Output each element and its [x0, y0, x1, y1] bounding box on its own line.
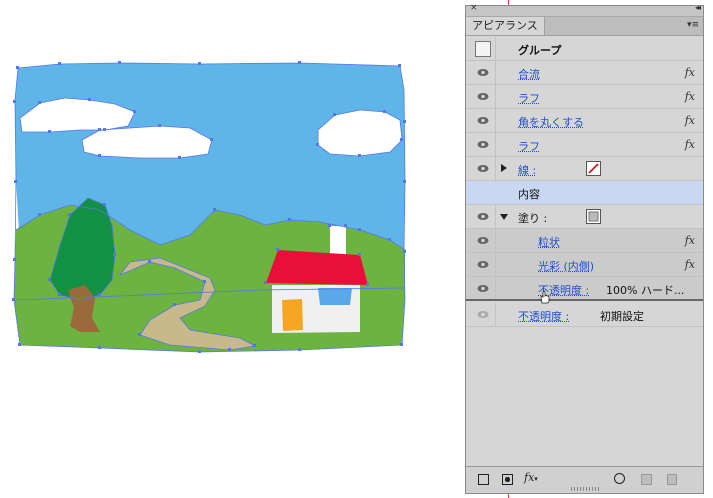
effect-row[interactable]: ラフ fx [466, 85, 703, 109]
disclosure-down-icon[interactable] [500, 214, 508, 220]
disclosure-right-icon[interactable] [501, 164, 507, 172]
eye-icon[interactable] [477, 260, 489, 269]
group-thumbnail-icon [475, 41, 491, 57]
resize-grip[interactable] [571, 487, 599, 491]
opacity-row[interactable]: 不透明度 : 初期設定 [466, 303, 703, 327]
eye-icon[interactable] [477, 116, 489, 125]
eye-icon[interactable] [477, 236, 489, 245]
contents-label: 内容 [518, 188, 540, 201]
fx-icon: fx [684, 66, 695, 79]
hand-cursor-icon [540, 290, 550, 304]
fill-row[interactable]: 塗り : [466, 205, 703, 229]
collapse-icon[interactable]: ◂◂ [695, 3, 701, 12]
new-fill-icon[interactable] [502, 474, 513, 485]
eye-icon[interactable] [477, 140, 489, 149]
fx-icon: fx [684, 90, 695, 103]
panel-bottom-toolbar: fx▾ [466, 466, 703, 493]
house-window [318, 288, 352, 305]
stroke-swatch-icon[interactable] [586, 161, 601, 176]
group-row[interactable]: グループ [466, 37, 703, 61]
panel-menu-icon[interactable]: ▾≡ [687, 20, 699, 30]
fill-effect-label[interactable]: 粒状 [538, 234, 560, 250]
eye-icon[interactable] [477, 284, 489, 293]
fx-icon: fx [684, 114, 695, 127]
eye-icon[interactable] [477, 92, 489, 101]
fill-effect-label[interactable]: 光彩 (内側) [538, 258, 594, 274]
appearance-panel: × ◂◂ アピアランス ▾≡ グループ 合流 fx ラフ fx 角を丸くする f… [465, 3, 704, 494]
group-label: グループ [518, 44, 562, 57]
illustration[interactable] [0, 0, 460, 498]
fx-icon: fx [684, 234, 695, 247]
effect-label[interactable]: 合流 [518, 66, 540, 82]
contents-row[interactable]: 内容 [466, 181, 703, 205]
duplicate-item-icon[interactable] [641, 474, 652, 485]
fx-icon: fx [684, 258, 695, 271]
eye-icon[interactable] [477, 164, 489, 173]
fill-label: 塗り : [518, 212, 548, 225]
house-roof [266, 250, 368, 285]
opacity-value: 初期設定 [600, 310, 644, 323]
stroke-row[interactable]: 線 : [466, 157, 703, 181]
tab-appearance[interactable]: アピアランス [466, 17, 545, 35]
effect-label[interactable]: ラフ [518, 138, 540, 154]
clear-appearance-icon[interactable] [614, 473, 625, 484]
new-stroke-icon[interactable] [478, 474, 489, 485]
panel-tabbar: アピアランス ▾≡ [466, 17, 703, 36]
effect-row[interactable]: ラフ fx [466, 133, 703, 157]
effect-row[interactable]: 角を丸くする fx [466, 109, 703, 133]
eye-icon[interactable] [477, 310, 489, 319]
fill-swatch-icon[interactable] [586, 209, 601, 224]
add-effect-icon[interactable]: fx▾ [524, 471, 538, 484]
house-door [282, 299, 303, 331]
delete-item-icon[interactable] [667, 474, 677, 485]
eye-icon[interactable] [477, 68, 489, 77]
fx-icon: fx [684, 138, 695, 151]
eye-icon[interactable] [477, 212, 489, 221]
effect-row[interactable]: 合流 fx [466, 61, 703, 85]
fill-effect-row[interactable]: 光彩 (内側) fx [466, 253, 703, 277]
artboard-canvas[interactable] [0, 0, 509, 498]
opacity-label[interactable]: 不透明度 : [518, 308, 569, 324]
panel-titlebar: × ◂◂ [466, 3, 703, 17]
cloud-middle [82, 126, 212, 158]
fill-opacity-value: 100% ハード... [606, 284, 685, 297]
fill-opacity-row[interactable]: 不透明度 : 100% ハード... [466, 277, 703, 304]
effect-label[interactable]: ラフ [518, 90, 540, 106]
close-icon[interactable]: × [470, 3, 478, 13]
effect-label[interactable]: 角を丸くする [518, 114, 584, 130]
stroke-label[interactable]: 線 : [518, 162, 536, 178]
fill-effect-row[interactable]: 粒状 fx [466, 229, 703, 253]
